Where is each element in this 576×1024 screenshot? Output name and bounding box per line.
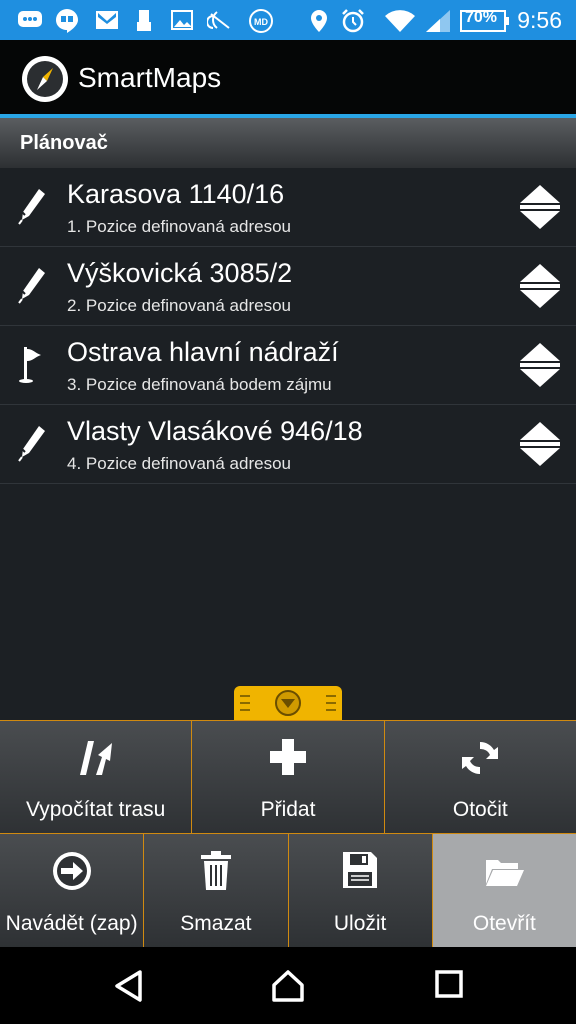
image-icon: [171, 10, 193, 30]
trash-icon: [200, 851, 231, 890]
status-bar: MD 70% 9:56: [0, 0, 576, 40]
action-bar-bottom: Navádět (zap) Smazat Uložit Otevřít: [0, 833, 576, 948]
item-subtitle: 3. Pozice definovaná bodem zájmu: [67, 375, 332, 394]
panel-toggle-handle[interactable]: [234, 686, 342, 720]
save-icon: [343, 852, 378, 888]
rotate-icon: [462, 741, 499, 775]
reorder-icon[interactable]: [518, 420, 562, 468]
recents-icon[interactable]: [434, 969, 464, 999]
pencil-icon: [18, 189, 45, 225]
gmail-icon: [96, 11, 118, 29]
flag-icon: [19, 347, 41, 383]
item-title: Ostrava hlavní nádraží: [67, 337, 339, 367]
svg-text:MD: MD: [254, 17, 268, 27]
action-bar-top: Vypočítat trasu Přidat Otočit: [0, 720, 576, 834]
button-label: Uložit: [333, 912, 387, 935]
clock: 9:56: [517, 7, 562, 33]
reorder-icon[interactable]: [518, 183, 562, 231]
pencil-icon: [18, 426, 45, 462]
reverse-button[interactable]: Otočit: [384, 721, 576, 834]
reorder-icon[interactable]: [518, 341, 562, 389]
calculate-route-button[interactable]: Vypočítat trasu: [0, 721, 193, 834]
item-title: Výškovická 3085/2: [67, 258, 293, 288]
button-label: Otevřít: [472, 912, 536, 935]
battery-level: 70%: [465, 9, 498, 26]
chat-icon: [18, 11, 42, 27]
list-item[interactable]: Výškovická 3085/2 2. Pozice definovaná a…: [0, 247, 576, 326]
compass-logo-icon[interactable]: [20, 54, 70, 104]
arrow-circle-icon: [52, 852, 91, 890]
waypoint-list: Karasova 1140/16 1. Pozice definovaná ad…: [0, 168, 576, 484]
navigate-button[interactable]: Navádět (zap): [0, 834, 145, 948]
route-icon: [79, 741, 112, 775]
list-item[interactable]: Karasova 1140/16 1. Pozice definovaná ad…: [0, 168, 576, 247]
folder-open-icon: [486, 860, 525, 886]
location-icon: [311, 10, 327, 32]
signal-icon: [426, 10, 450, 32]
md-icon: MD: [249, 9, 273, 33]
wifi-icon: [385, 10, 415, 33]
grip-lines-icon: [240, 690, 336, 716]
list-item[interactable]: Ostrava hlavní nádraží 3. Pozice definov…: [0, 326, 576, 405]
item-title: Karasova 1140/16: [67, 179, 285, 209]
button-label: Smazat: [180, 912, 252, 935]
home-icon[interactable]: [270, 969, 306, 1003]
item-title: Vlasty Vlasákové 946/18: [67, 416, 363, 446]
button-label: Přidat: [260, 798, 316, 821]
usb-icon: [137, 10, 151, 31]
hangouts-icon: [56, 9, 78, 33]
section-title: Plánovač: [20, 132, 108, 154]
app-title: SmartMaps: [78, 62, 222, 93]
delete-button[interactable]: Smazat: [144, 834, 289, 948]
system-navigation-bar: [0, 947, 576, 1024]
open-button[interactable]: Otevřít: [432, 834, 576, 948]
button-label: Otočit: [452, 798, 508, 821]
section-header: Plánovač: [0, 118, 576, 168]
item-subtitle: 4. Pozice definovaná adresou: [67, 454, 291, 473]
button-label: Vypočítat trasu: [26, 798, 166, 821]
reorder-icon[interactable]: [518, 262, 562, 310]
pencil-icon: [18, 268, 45, 304]
alarm-icon: [342, 9, 364, 33]
list-item[interactable]: Vlasty Vlasákové 946/18 4. Pozice defino…: [0, 405, 576, 484]
item-subtitle: 1. Pozice definovaná adresou: [67, 217, 291, 236]
item-subtitle: 2. Pozice definovaná adresou: [67, 296, 291, 315]
back-icon[interactable]: [112, 969, 146, 1003]
save-button[interactable]: Uložit: [288, 834, 433, 948]
app-bar: SmartMaps: [0, 40, 576, 114]
add-button[interactable]: Přidat: [192, 721, 385, 834]
nfc-icon: [207, 11, 230, 29]
plus-icon: [269, 739, 306, 775]
button-label: Navádět (zap): [5, 912, 138, 935]
